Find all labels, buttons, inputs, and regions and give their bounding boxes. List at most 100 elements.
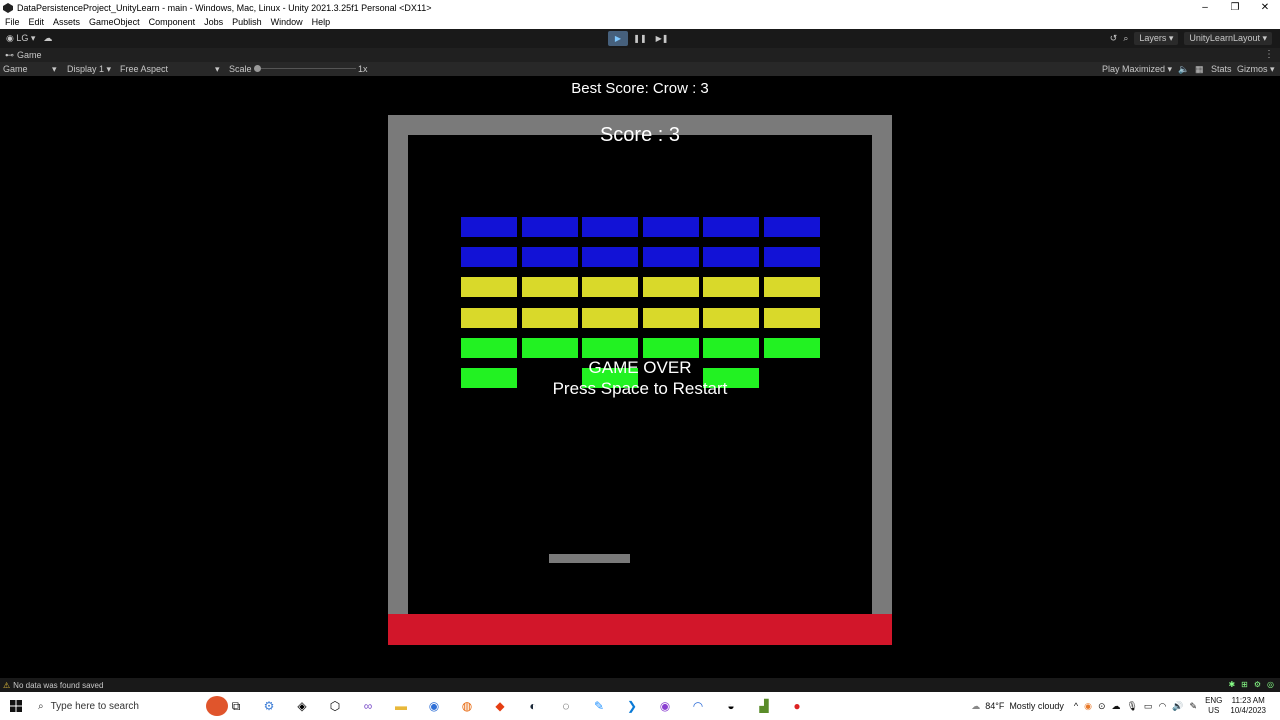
tab-game[interactable]: ⊷ Game (5, 50, 42, 61)
chrome-icon[interactable]: ◉ (424, 696, 444, 716)
kebab-menu-icon[interactable]: ⋮ (1264, 48, 1274, 62)
window-title: DataPersistenceProject_UnityLearn - main… (17, 2, 432, 13)
brick (521, 277, 578, 298)
gizmos-dropdown[interactable]: Gizmos ▾ (1237, 64, 1275, 75)
start-button[interactable] (0, 692, 32, 720)
debug-icon[interactable]: ⚙ (1254, 680, 1261, 689)
taskbar-search[interactable]: ⌕ Type here to search (32, 692, 228, 720)
battery-icon[interactable]: ▭ (1144, 701, 1153, 712)
history-icon[interactable]: ↺ (1110, 33, 1118, 44)
app-icon-8[interactable]: ● (787, 696, 807, 716)
layout-dropdown[interactable]: UnityLearnLayout ▾ (1184, 32, 1272, 45)
scale-slider-track[interactable] (256, 68, 356, 69)
onedrive-icon[interactable]: ☁ (1111, 701, 1120, 712)
microphone-icon[interactable]: 🎙 (1126, 701, 1137, 712)
brick (461, 307, 517, 328)
menu-window[interactable]: Window (271, 17, 303, 27)
app-icon-2[interactable]: ◈ (292, 696, 312, 716)
brick (521, 307, 578, 328)
clock[interactable]: 11:23 AM 10/4/2023 (1230, 696, 1266, 716)
brick (703, 277, 759, 298)
headphones-icon[interactable]: ◠ (688, 696, 708, 716)
brick (582, 247, 638, 268)
windows-icon (10, 700, 22, 712)
game-mode-dropdown[interactable]: Game (3, 64, 28, 74)
brick (703, 217, 759, 237)
menu-jobs[interactable]: Jobs (204, 17, 223, 27)
display-dropdown[interactable]: Display 1 ▾ (67, 64, 111, 75)
visual-studio-icon[interactable]: ∞ (358, 696, 378, 716)
search-icon[interactable]: ⌕ (1123, 33, 1128, 44)
unity-hub-icon[interactable]: ⬡ (325, 696, 345, 716)
grid-icon[interactable]: ▦ (1195, 64, 1204, 75)
pen-icon[interactable]: ✎ (1190, 701, 1198, 712)
brick (703, 337, 759, 358)
brick (763, 337, 820, 358)
brick (461, 247, 517, 268)
score-text: Score : 3 (599, 124, 681, 146)
brick (521, 337, 578, 358)
firefox-icon[interactable]: ◍ (457, 696, 477, 716)
play-mode-dropdown[interactable]: Play Maximized ▾ (1102, 64, 1172, 75)
audio-icon[interactable]: 🔈 (1178, 64, 1189, 75)
menu-publish[interactable]: Publish (232, 17, 262, 27)
chevron-up-icon[interactable]: ^ (1074, 701, 1078, 712)
tray-icons: ^ ◉ ⊙ ☁ 🎙 ▭ ◠ 🔊 ✎ (1074, 701, 1197, 712)
task-view-icon[interactable]: ⧉ (226, 696, 246, 716)
brick (642, 277, 699, 298)
weather-widget[interactable]: ☁ 84°F Mostly cloudy (971, 701, 1064, 712)
stats-button[interactable]: Stats (1211, 64, 1232, 74)
windows-taskbar: ⌕ Type here to search ⧉ ⚙ ◈ ⬡ ∞ ▬ ◉ ◍ ◆ … (0, 692, 1280, 720)
file-explorer-icon[interactable]: ▬ (391, 696, 411, 716)
app-icon-4[interactable]: ✎ (589, 696, 609, 716)
tray-app-icon-2[interactable]: ⊙ (1098, 701, 1106, 712)
tab-bar: ⊷ Game ⋮ (0, 48, 1280, 62)
steam-icon[interactable]: ◐ (523, 696, 543, 716)
language-indicator[interactable]: ENG US (1205, 696, 1222, 716)
progress-icon[interactable]: ✱ (1228, 680, 1235, 689)
volume-icon[interactable]: 🔊 (1172, 701, 1183, 712)
weather-icon: ☁ (971, 700, 981, 711)
vscode-icon[interactable]: ❯ (622, 696, 642, 716)
app-icon-3[interactable]: ◌ (556, 696, 576, 716)
layers-dropdown[interactable]: Layers ▾ (1134, 32, 1179, 45)
step-button[interactable]: ▶❚ (652, 31, 672, 46)
wifi-icon[interactable]: ◠ (1158, 701, 1166, 712)
brick (642, 217, 699, 237)
brick (521, 247, 578, 268)
aspect-dropdown[interactable]: Free Aspect (120, 64, 168, 74)
play-button[interactable]: ▶ (608, 31, 628, 46)
network-icon[interactable]: ⊞ (1241, 680, 1248, 689)
console-message[interactable]: No data was found saved (13, 681, 103, 690)
cloud-icon[interactable]: ☁ (43, 33, 52, 44)
paddle (549, 554, 630, 563)
menu-component[interactable]: Component (149, 17, 196, 27)
scale-slider-handle[interactable] (254, 65, 261, 72)
menu-assets[interactable]: Assets (53, 17, 80, 27)
pinned-apps: ⧉ ⚙ ◈ ⬡ ∞ ▬ ◉ ◍ ◆ ◐ ◌ ✎ ❯ ◉ ◠ ◒ ▟ ● (226, 696, 807, 716)
settings-icon[interactable]: ◎ (1267, 680, 1274, 689)
game-view[interactable]: Best Score: Crow : 3 Score : 3 GAME OVER… (0, 76, 1280, 678)
game-over-text: GAME OVER Press Space to Restart (0, 357, 1280, 399)
brick (461, 277, 517, 298)
menu-edit[interactable]: Edit (29, 17, 45, 27)
brave-icon[interactable]: ◆ (490, 696, 510, 716)
search-icon: ⌕ (38, 700, 44, 712)
brick (703, 247, 759, 268)
brick (703, 307, 759, 328)
close-icon[interactable]: ✕ (1250, 0, 1280, 15)
app-icon-7[interactable]: ▟ (754, 696, 774, 716)
menu-help[interactable]: Help (312, 17, 331, 27)
app-icon-5[interactable]: ◉ (655, 696, 675, 716)
app-icon-1[interactable]: ⚙ (259, 696, 279, 716)
title-bar: DataPersistenceProject_UnityLearn - main… (0, 0, 1280, 15)
app-icon-6[interactable]: ◒ (721, 696, 741, 716)
restore-icon[interactable]: ❐ (1220, 0, 1250, 15)
tray-app-icon[interactable]: ◉ (1084, 701, 1092, 712)
brick (763, 247, 820, 268)
menu-file[interactable]: File (5, 17, 20, 27)
pause-button[interactable]: ❚❚ (630, 31, 650, 46)
menu-gameobject[interactable]: GameObject (89, 17, 140, 27)
minimize-icon[interactable]: – (1190, 0, 1220, 15)
account-dropdown[interactable]: ◉ LG ▾ (6, 33, 35, 44)
